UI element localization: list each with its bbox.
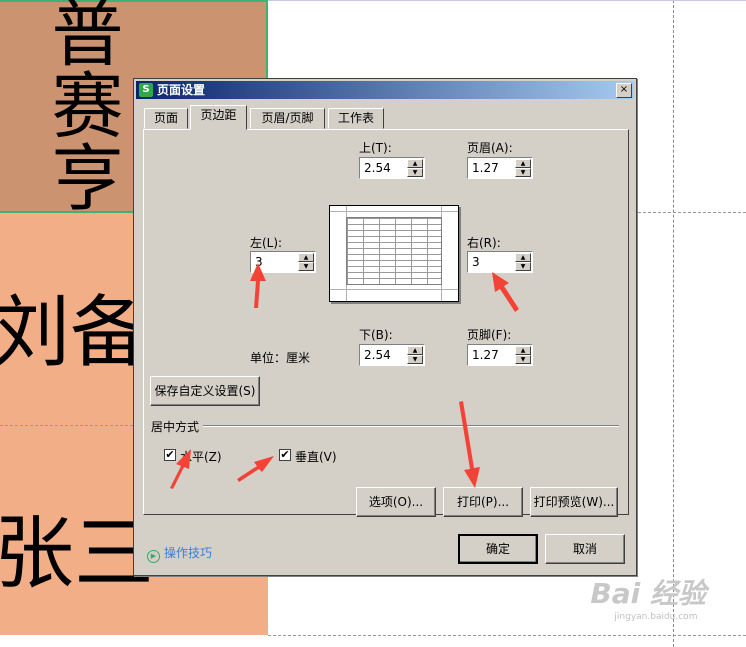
red-arrow-icon — [170, 449, 191, 489]
red-arrow-icon — [250, 263, 266, 308]
red-arrow-icon — [492, 272, 519, 312]
baidu-watermark: Bai 经验 jingyan.baidu.com — [590, 572, 706, 622]
red-arrow-icon — [237, 456, 274, 482]
tab-margins[interactable]: 页边距 — [190, 105, 247, 130]
watermark-logo: Bai 经验 — [590, 577, 706, 610]
annotation-arrows — [170, 263, 519, 489]
watermark-url: jingyan.baidu.com — [614, 612, 698, 622]
red-arrow-icon — [459, 401, 480, 488]
